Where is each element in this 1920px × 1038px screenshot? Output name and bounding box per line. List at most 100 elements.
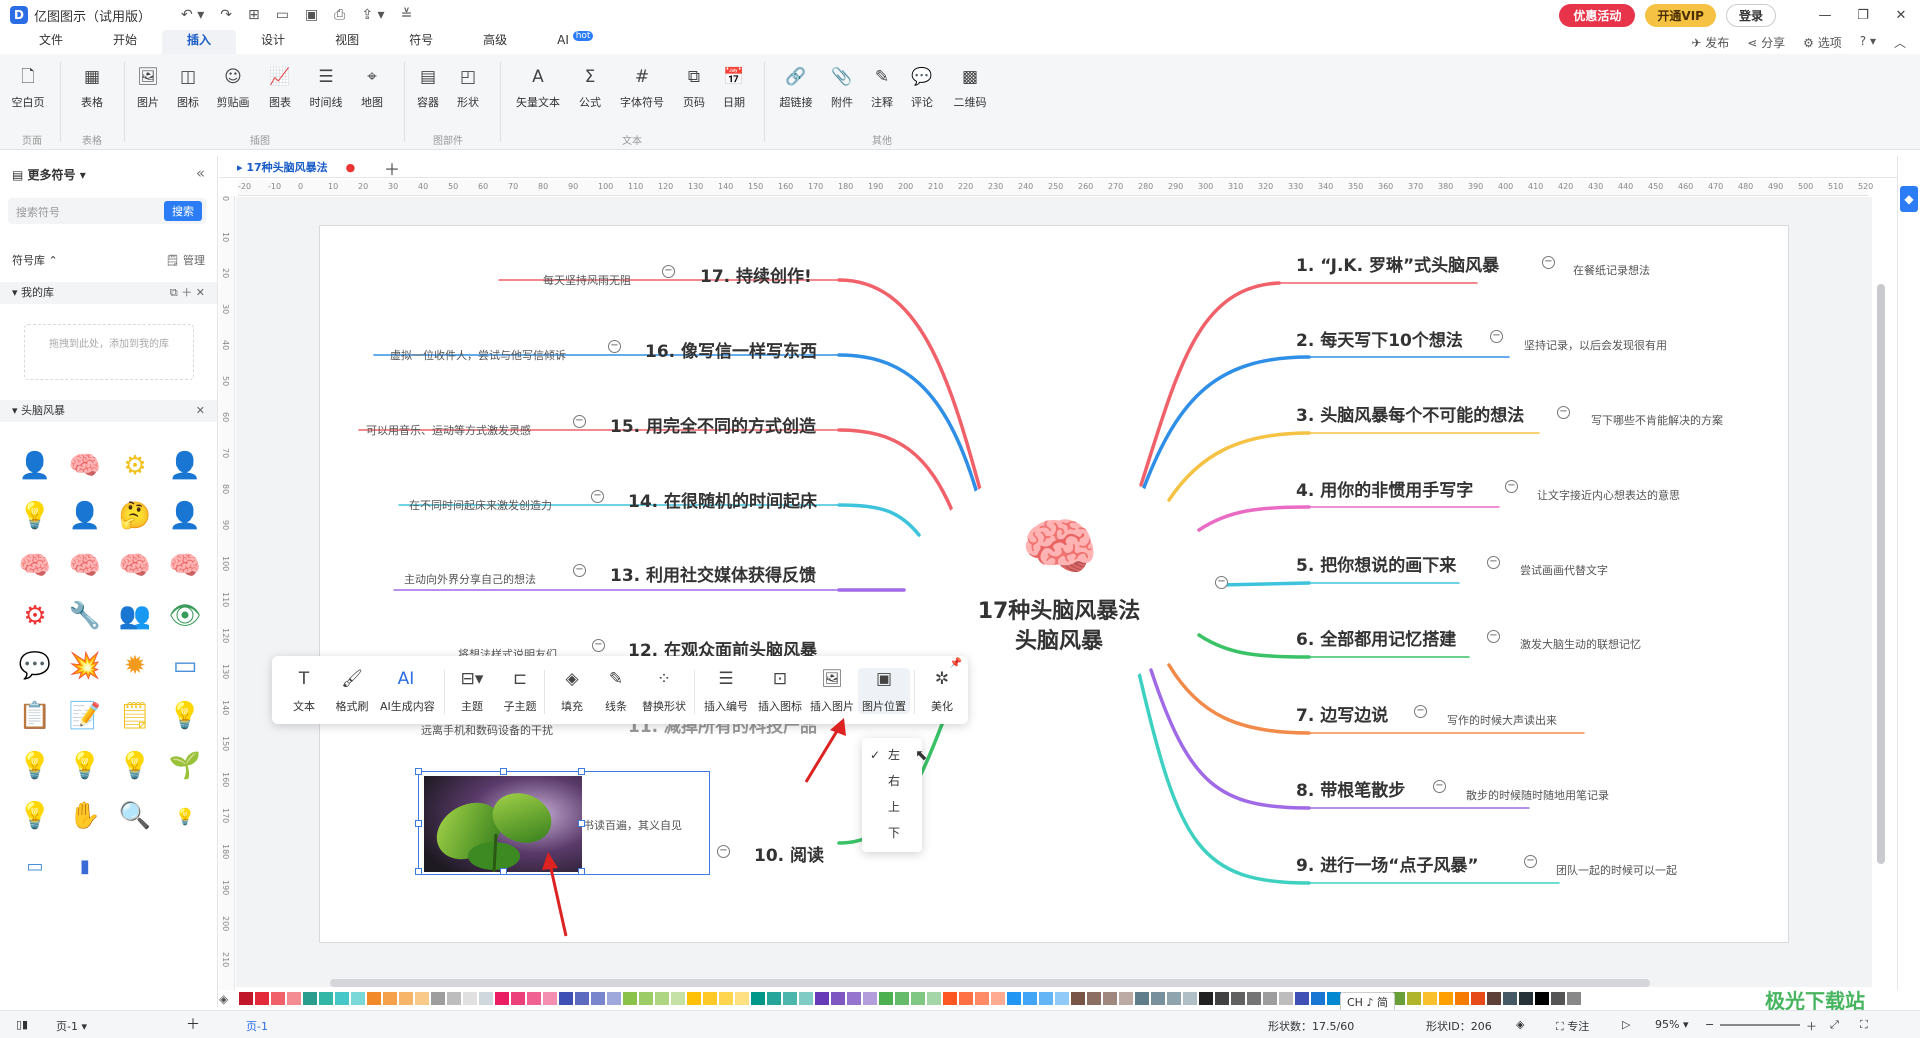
manage-button[interactable]: 🗒 管理 [166, 250, 205, 272]
topic-14[interactable]: 14. 在很随机的时间起床 [628, 487, 817, 512]
topic-13-collapse-icon[interactable]: − [573, 564, 586, 577]
ft-beautify-button[interactable]: ✲ 美化 [916, 668, 968, 714]
resize-handle-nw[interactable] [415, 768, 422, 775]
topic-8-collapse-icon[interactable]: − [1433, 780, 1446, 793]
color-swatch[interactable] [1455, 992, 1469, 1005]
collapse-ribbon-icon[interactable]: ︿ [1894, 34, 1906, 51]
ft-subtopic-button[interactable]: ⊏ 子主题 [494, 668, 546, 714]
topic-10[interactable]: 10. 阅读 [754, 841, 824, 866]
color-swatch[interactable] [847, 992, 861, 1005]
layers-icon[interactable]: ◈ [1516, 1018, 1524, 1031]
login-button[interactable]: 登录 [1725, 3, 1776, 27]
brain-network-icon[interactable]: 🧠 [160, 541, 210, 591]
ft-replace-shape-button[interactable]: ⁘ 替换形状 [638, 668, 690, 714]
bulb-small-icon[interactable]: 💡 [10, 741, 60, 791]
tab-ai[interactable]: AI hot [532, 30, 618, 54]
head-silhouette-icon[interactable]: 👤 [160, 441, 210, 491]
icon-button[interactable]: ◫ 图标 [170, 66, 206, 110]
comment-button[interactable]: 💬 评论 [904, 66, 940, 110]
small-bulb-icon[interactable]: 💡 [160, 791, 210, 841]
tab-advanced[interactable]: 高级 [458, 30, 532, 54]
promo-button[interactable]: 优惠活动 [1559, 3, 1636, 27]
color-swatch[interactable] [1167, 992, 1181, 1005]
topic-7[interactable]: 7. 边写边说 [1296, 701, 1388, 726]
tab-file[interactable]: 文件 [14, 30, 88, 54]
horizontal-scrollbar[interactable] [330, 979, 1650, 987]
topic-14-collapse-icon[interactable]: − [591, 490, 604, 503]
category-row[interactable]: ▾ 头脑风暴 ✕ [0, 400, 217, 422]
color-swatch[interactable] [543, 992, 557, 1005]
zoom-slider[interactable] [1720, 1024, 1800, 1026]
color-swatch[interactable] [1503, 992, 1517, 1005]
resize-handle-w[interactable] [415, 820, 422, 827]
color-swatch[interactable] [1439, 992, 1453, 1005]
tab-home[interactable]: 开始 [88, 30, 162, 54]
color-swatch[interactable] [495, 992, 509, 1005]
topic-15[interactable]: 15. 用完全不同的方式创造 [610, 412, 816, 437]
speech-bubble-icon[interactable]: 💬 [10, 641, 60, 691]
color-swatch[interactable] [767, 992, 781, 1005]
head-brain-icon[interactable]: 🧠 [60, 441, 110, 491]
color-swatch[interactable] [783, 992, 797, 1005]
topic-17[interactable]: 17. 持续创作! [700, 262, 812, 287]
page-view-icon[interactable]: ▯▮ [16, 1018, 28, 1031]
position-left-option[interactable]: ✓ 左 [862, 742, 922, 768]
color-swatch[interactable] [1567, 992, 1581, 1005]
ft-insert-number-button[interactable]: ☰ 插入编号 [700, 668, 752, 714]
color-swatch[interactable] [703, 992, 717, 1005]
container-button[interactable]: ▤ 容器 [410, 66, 446, 110]
qrcode-button[interactable]: ▩ 二维码 [952, 66, 988, 110]
vip-button[interactable]: 开通VIP [1645, 3, 1716, 27]
color-swatch[interactable] [1551, 992, 1565, 1005]
color-swatch[interactable] [639, 992, 653, 1005]
map-button[interactable]: ⌖ 地图 [354, 66, 390, 110]
topic-6-note[interactable]: 激发大脑生动的联想记忆 [1520, 636, 1641, 652]
head-gears-icon[interactable]: ⚙ [110, 441, 160, 491]
bulb-glow-icon[interactable]: 💡 [110, 741, 160, 791]
color-swatch[interactable] [911, 992, 925, 1005]
topic-10-collapse-icon[interactable]: − [717, 845, 730, 858]
color-swatch[interactable] [607, 992, 621, 1005]
annotation-button[interactable]: ✎ 注释 [864, 66, 900, 110]
color-swatch[interactable] [351, 992, 365, 1005]
topic-5[interactable]: 5. 把你想说的画下来 [1296, 551, 1456, 576]
color-swatch[interactable] [959, 992, 973, 1005]
topic-14-note[interactable]: 在不同时间起床来激发创造力 [409, 497, 552, 513]
topic-6[interactable]: 6. 全部都用记忆搭建 [1296, 625, 1456, 650]
explosion-icon[interactable]: 💥 [60, 641, 110, 691]
format-panel-icon[interactable]: ◆ [1900, 186, 1918, 212]
redo-icon[interactable]: ↷ [220, 7, 232, 23]
topic-3-note[interactable]: 写下哪些不肯能解决的方案 [1591, 412, 1723, 428]
color-swatch[interactable] [943, 992, 957, 1005]
resize-handle-sw[interactable] [415, 868, 422, 875]
topic-9-note[interactable]: 团队一起的时候可以一起 [1556, 862, 1677, 878]
whiteboard-icon[interactable]: ▭ [160, 641, 210, 691]
ft-text-button[interactable]: T 文本 [278, 668, 330, 714]
pin-icon[interactable]: 📌 [950, 658, 962, 669]
color-swatch[interactable] [1327, 992, 1341, 1005]
image-button[interactable]: 🖼 图片 [130, 66, 166, 110]
topic-4-collapse-icon[interactable]: − [1505, 480, 1518, 493]
topic-15-note[interactable]: 可以用音乐、运动等方式激发灵感 [366, 422, 531, 438]
fit-page-icon[interactable]: ⤢ [1830, 1018, 1839, 1032]
collapse-panel-icon[interactable]: « [196, 164, 205, 182]
color-swatch[interactable] [1535, 992, 1549, 1005]
color-swatch[interactable] [383, 992, 397, 1005]
central-topic[interactable]: 17种头脑风暴法 头脑风暴 [964, 597, 1154, 657]
topic-16[interactable]: 16. 像写信一样写东西 [645, 337, 817, 362]
zoom-level[interactable]: 95% ▾ [1655, 1018, 1688, 1031]
save-icon[interactable]: ▣ [305, 7, 318, 23]
notepad-icon[interactable]: 🗒 [110, 691, 160, 741]
symbol-library-row[interactable]: 符号库 ⌃ 🗒 管理 [0, 250, 217, 272]
new-tab-button[interactable]: ＋ [384, 156, 400, 180]
sun-burst-icon[interactable]: ✹ [110, 641, 160, 691]
brain-two-tone-icon[interactable]: 🧠 [60, 541, 110, 591]
more-symbols-button[interactable]: ▤ 更多符号 ▾ [12, 166, 86, 183]
ft-topic-button[interactable]: ⊟▾ 主题 [446, 668, 498, 714]
timeline-button[interactable]: ☰ 时间线 [308, 66, 344, 110]
color-swatch[interactable] [303, 992, 317, 1005]
color-swatch[interactable] [255, 992, 269, 1005]
resize-handle-ne[interactable] [578, 768, 585, 775]
topic-7-collapse-icon[interactable]: − [1414, 705, 1427, 718]
color-swatch[interactable] [671, 992, 685, 1005]
